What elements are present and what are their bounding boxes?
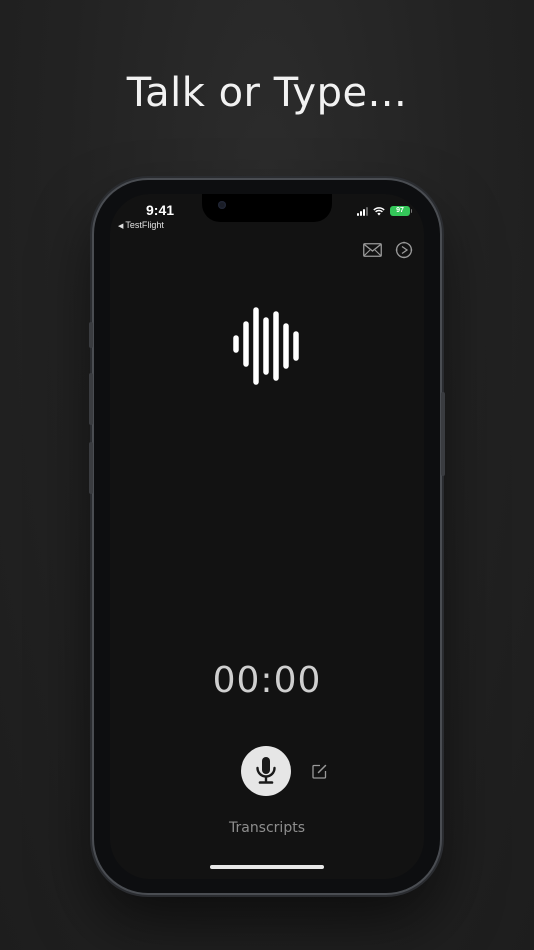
- battery-indicator: 97: [390, 206, 412, 216]
- back-link-label: TestFlight: [125, 220, 164, 230]
- app-store-screenshot: Talk or Type... 9:41 ◀ TestFlight 97 00:…: [0, 0, 534, 950]
- microphone-icon: [256, 757, 276, 784]
- wifi-icon: [373, 206, 385, 215]
- phone-screen: 9:41 ◀ TestFlight 97 00:00 Transcripts: [110, 194, 424, 879]
- status-time: 9:41: [146, 202, 175, 218]
- waveform-icon: [233, 307, 299, 385]
- mail-icon: [362, 243, 382, 257]
- mail-button[interactable]: [362, 240, 382, 260]
- home-indicator[interactable]: [210, 865, 324, 869]
- notch: [202, 194, 332, 222]
- compose-icon: [311, 764, 326, 779]
- headline: Talk or Type...: [126, 70, 408, 116]
- power-button: [441, 392, 445, 476]
- cellular-signal-icon: [357, 206, 368, 216]
- status-indicators: 97: [357, 206, 412, 216]
- front-camera-icon: [218, 201, 226, 209]
- back-triangle-icon: ◀: [118, 223, 124, 230]
- type-note-button[interactable]: [310, 762, 328, 780]
- recording-timer: 00:00: [212, 660, 322, 701]
- silent-switch: [89, 322, 93, 348]
- phone-frame: 9:41 ◀ TestFlight 97 00:00 Transcripts: [89, 180, 445, 893]
- back-to-testflight-link[interactable]: ◀ TestFlight: [118, 220, 164, 230]
- transcripts-link[interactable]: Transcripts: [110, 820, 424, 836]
- record-button[interactable]: [241, 746, 291, 796]
- top-toolbar: [362, 240, 414, 260]
- volume-down-button: [89, 442, 93, 494]
- volume-up-button: [89, 373, 93, 425]
- settings-gear-icon: [395, 241, 413, 259]
- settings-button[interactable]: [394, 240, 414, 260]
